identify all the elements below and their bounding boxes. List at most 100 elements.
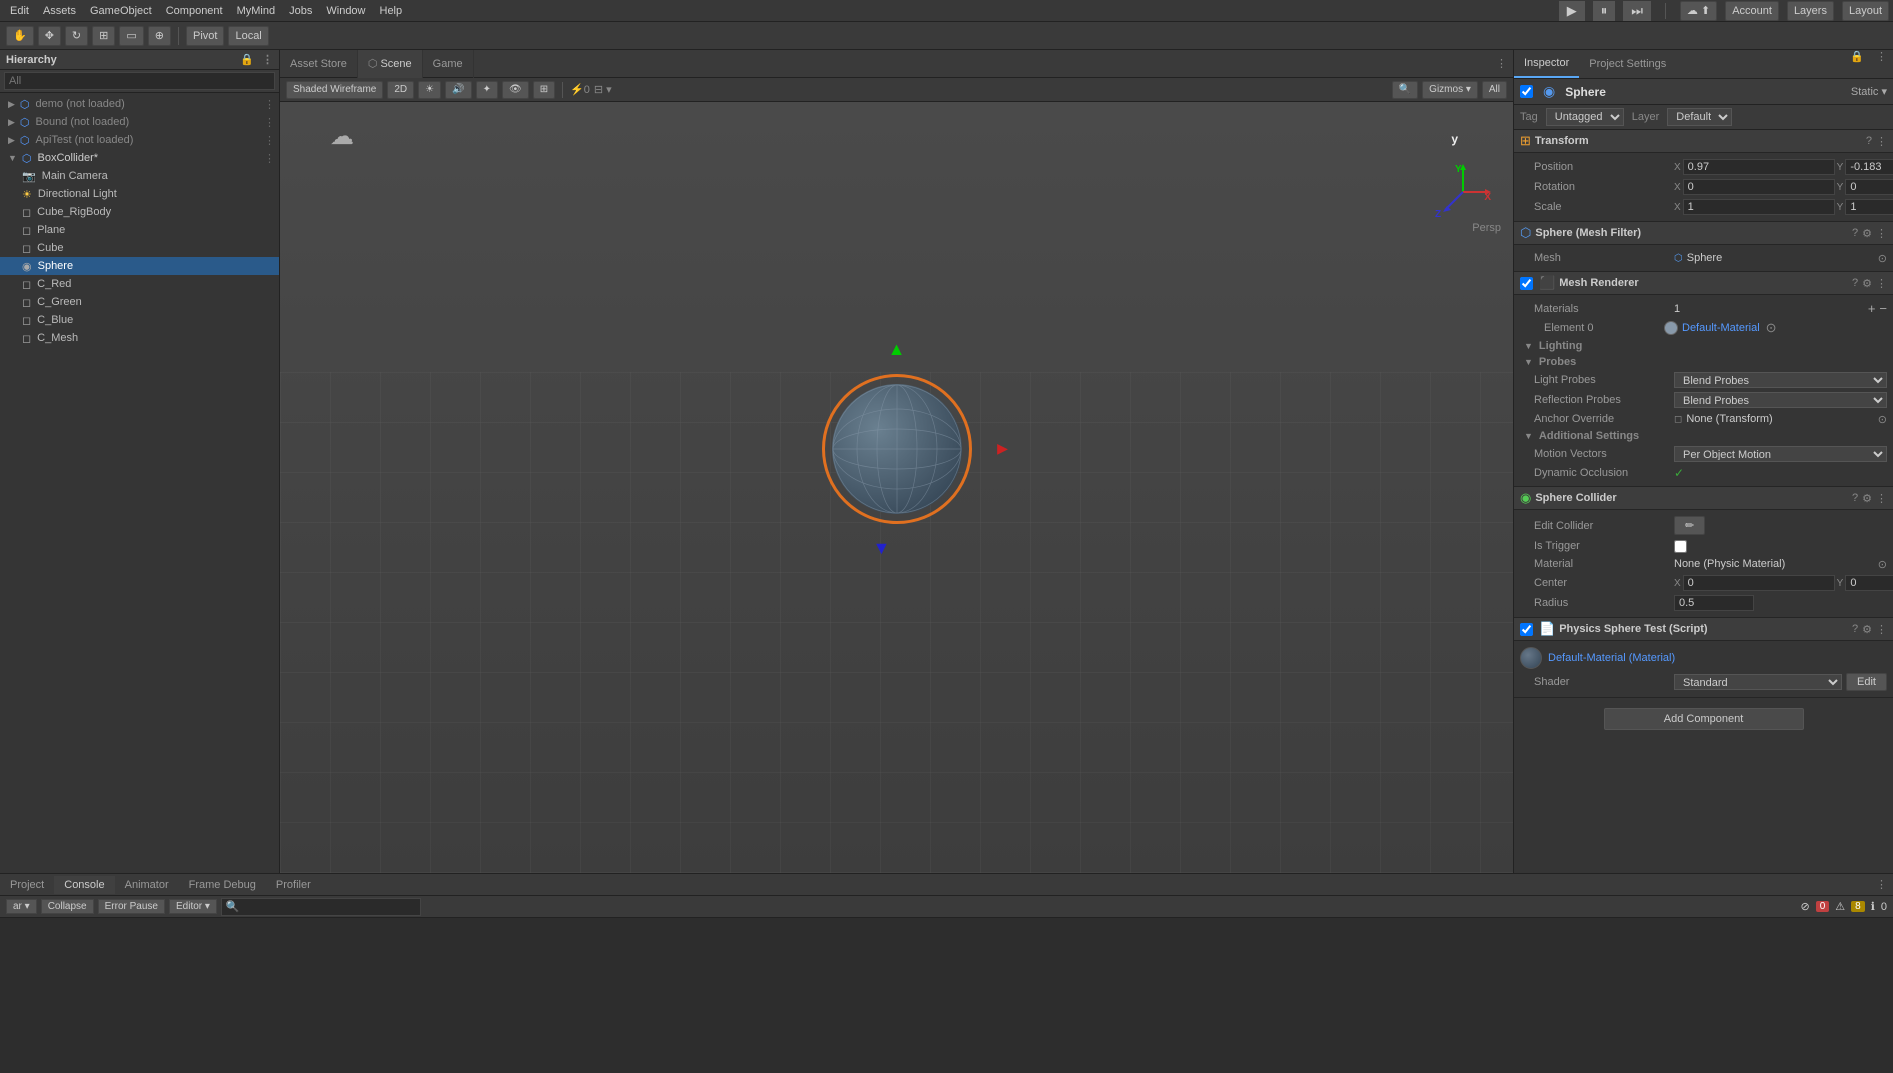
transform-header[interactable]: ⊞ Transform ? ⋮ — [1514, 130, 1893, 153]
tree-dots-bound[interactable]: ⋮ — [264, 116, 275, 129]
tag-select[interactable]: Untagged — [1546, 108, 1624, 126]
center-x-input[interactable] — [1683, 575, 1835, 591]
transform-help-icon[interactable]: ? — [1866, 135, 1872, 148]
tree-item-cblue[interactable]: ◻ C_Blue — [0, 311, 279, 329]
edit-collider-btn[interactable]: ✏ — [1674, 516, 1705, 535]
tree-item-demo[interactable]: ▶ ⬡ demo (not loaded) ⋮ — [0, 95, 279, 113]
meshfilter-help-icon[interactable]: ? — [1852, 227, 1858, 240]
collab-button[interactable]: ☁ ⬆ — [1680, 1, 1717, 21]
meshrenderer-checkbox[interactable] — [1520, 277, 1533, 290]
console-collapse-btn[interactable]: Collapse — [41, 899, 94, 914]
tab-game[interactable]: Game — [423, 50, 474, 78]
console-editor-btn[interactable]: Editor ▾ — [169, 899, 217, 914]
light-toggle[interactable]: ☀ — [418, 81, 441, 99]
rect-tool[interactable]: ▭ — [119, 26, 143, 46]
light-probes-select[interactable]: Blend Probes — [1674, 372, 1887, 388]
menu-jobs[interactable]: Jobs — [283, 0, 318, 22]
tree-dots-apitest[interactable]: ⋮ — [264, 134, 275, 147]
add-material-btn[interactable]: + — [1868, 301, 1876, 316]
collider-settings-icon[interactable]: ⚙ — [1862, 492, 1872, 505]
play-button[interactable]: ▶ — [1559, 1, 1585, 21]
shaded-wireframe-btn[interactable]: Shaded Wireframe — [286, 81, 383, 99]
layer-select[interactable]: Default — [1667, 108, 1732, 126]
menu-edit[interactable]: Edit — [4, 0, 35, 22]
tree-dots-demo[interactable]: ⋮ — [264, 98, 275, 111]
menu-mymind[interactable]: MyMind — [231, 0, 282, 22]
tree-item-cgreen[interactable]: ◻ C_Green — [0, 293, 279, 311]
pivot-button[interactable]: Pivot — [186, 26, 224, 46]
collider-menu-icon[interactable]: ⋮ — [1876, 492, 1887, 505]
object-active-checkbox[interactable] — [1520, 85, 1533, 98]
layout-button[interactable]: Layout — [1842, 1, 1889, 21]
tree-item-maincamera[interactable]: 📷 Main Camera — [0, 167, 279, 185]
tree-item-plane[interactable]: ◻ Plane — [0, 221, 279, 239]
bottom-tab-animator[interactable]: Animator — [115, 876, 179, 894]
meshrenderer-help-icon[interactable]: ? — [1852, 277, 1858, 290]
audio-toggle[interactable]: 🔊 — [445, 81, 471, 99]
scale-y-input[interactable] — [1845, 199, 1893, 215]
hierarchy-lock[interactable]: 🔒 — [240, 53, 254, 66]
anchor-circle-btn[interactable]: ⊙ — [1878, 413, 1887, 426]
motion-vectors-select[interactable]: Per Object Motion — [1674, 446, 1887, 462]
dynamic-occlusion-check[interactable]: ✓ — [1674, 466, 1684, 480]
spherecollider-header[interactable]: ◉ Sphere Collider ? ⚙ ⋮ — [1514, 487, 1893, 510]
remove-material-btn[interactable]: − — [1879, 301, 1887, 316]
hidden-toggle[interactable]: 👁 — [502, 81, 529, 99]
reflection-probes-select[interactable]: Blend Probes — [1674, 392, 1887, 408]
bottom-tab-project[interactable]: Project — [0, 876, 54, 894]
tree-item-dirlight[interactable]: ☀ Directional Light — [0, 185, 279, 203]
inspector-menu-icon[interactable]: ⋮ — [1870, 50, 1893, 78]
center-y-input[interactable] — [1845, 575, 1893, 591]
pos-x-input[interactable] — [1683, 159, 1835, 175]
collider-material-circle[interactable]: ⊙ — [1878, 558, 1887, 571]
script-help-icon[interactable]: ? — [1852, 623, 1858, 636]
tree-item-cube[interactable]: ◻ Cube — [0, 239, 279, 257]
menu-help[interactable]: Help — [374, 0, 409, 22]
meshfilter-settings-icon[interactable]: ⚙ — [1862, 227, 1872, 240]
inspector-lock-icon[interactable]: 🔒 — [1844, 50, 1870, 78]
move-tool[interactable]: ✥ — [38, 26, 61, 46]
menu-assets[interactable]: Assets — [37, 0, 82, 22]
meshrenderer-settings-icon[interactable]: ⚙ — [1862, 277, 1872, 290]
menu-component[interactable]: Component — [160, 0, 229, 22]
step-button[interactable]: ⏭ — [1623, 1, 1651, 21]
meshrenderer-header[interactable]: ⬛ Mesh Renderer ? ⚙ ⋮ — [1514, 272, 1893, 295]
is-trigger-checkbox[interactable] — [1674, 540, 1687, 553]
tree-item-sphere[interactable]: ◉ Sphere — [0, 257, 279, 275]
meshfilter-menu-icon[interactable]: ⋮ — [1876, 227, 1887, 240]
scale-x-input[interactable] — [1683, 199, 1835, 215]
material-circle-0[interactable]: ⊙ — [1766, 320, 1777, 336]
tree-item-cuberidbody[interactable]: ◻ Cube_RigBody — [0, 203, 279, 221]
tree-item-cmesh[interactable]: ◻ C_Mesh — [0, 329, 279, 347]
local-button[interactable]: Local — [228, 26, 268, 46]
transform-tool[interactable]: ⊕ — [148, 26, 171, 46]
2d-btn[interactable]: 2D — [387, 81, 414, 99]
bottom-tab-profiler[interactable]: Profiler — [266, 876, 321, 894]
tree-item-boxcollider[interactable]: ▼ ⬡ BoxCollider* ⋮ — [0, 149, 279, 167]
pause-button[interactable]: ⏸ — [1593, 1, 1616, 21]
hierarchy-search[interactable] — [4, 72, 275, 90]
pos-y-input[interactable] — [1845, 159, 1893, 175]
script-menu-icon[interactable]: ⋮ — [1876, 623, 1887, 636]
gizmos-btn[interactable]: Gizmos ▾ — [1422, 81, 1478, 99]
console-search-input[interactable] — [221, 898, 421, 916]
script-settings-icon[interactable]: ⚙ — [1862, 623, 1872, 636]
tab-inspector[interactable]: Inspector — [1514, 50, 1579, 78]
grid-toggle[interactable]: ⊞ — [533, 81, 555, 99]
scene-more-btn[interactable]: ⋮ — [1496, 57, 1513, 70]
hand-tool[interactable]: ✋ — [6, 26, 34, 46]
meshfilter-header[interactable]: ⬡ Sphere (Mesh Filter) ? ⚙ ⋮ — [1514, 222, 1893, 245]
account-button[interactable]: Account — [1725, 1, 1779, 21]
scale-tool[interactable]: ⊞ — [92, 26, 115, 46]
tab-scene[interactable]: ⬡ Scene — [358, 50, 423, 78]
static-label[interactable]: Static ▾ — [1851, 85, 1887, 98]
physics-script-header[interactable]: 📄 Physics Sphere Test (Script) ? ⚙ ⋮ — [1514, 618, 1893, 641]
hierarchy-menu[interactable]: ⋮ — [262, 53, 273, 66]
layers-button[interactable]: Layers — [1787, 1, 1834, 21]
bottom-more-btn[interactable]: ⋮ — [1876, 878, 1893, 891]
radius-input[interactable] — [1674, 595, 1754, 611]
menu-window[interactable]: Window — [320, 0, 371, 22]
menu-gameobject[interactable]: GameObject — [84, 0, 158, 22]
add-component-button[interactable]: Add Component — [1604, 708, 1804, 730]
transform-menu-icon[interactable]: ⋮ — [1876, 135, 1887, 148]
